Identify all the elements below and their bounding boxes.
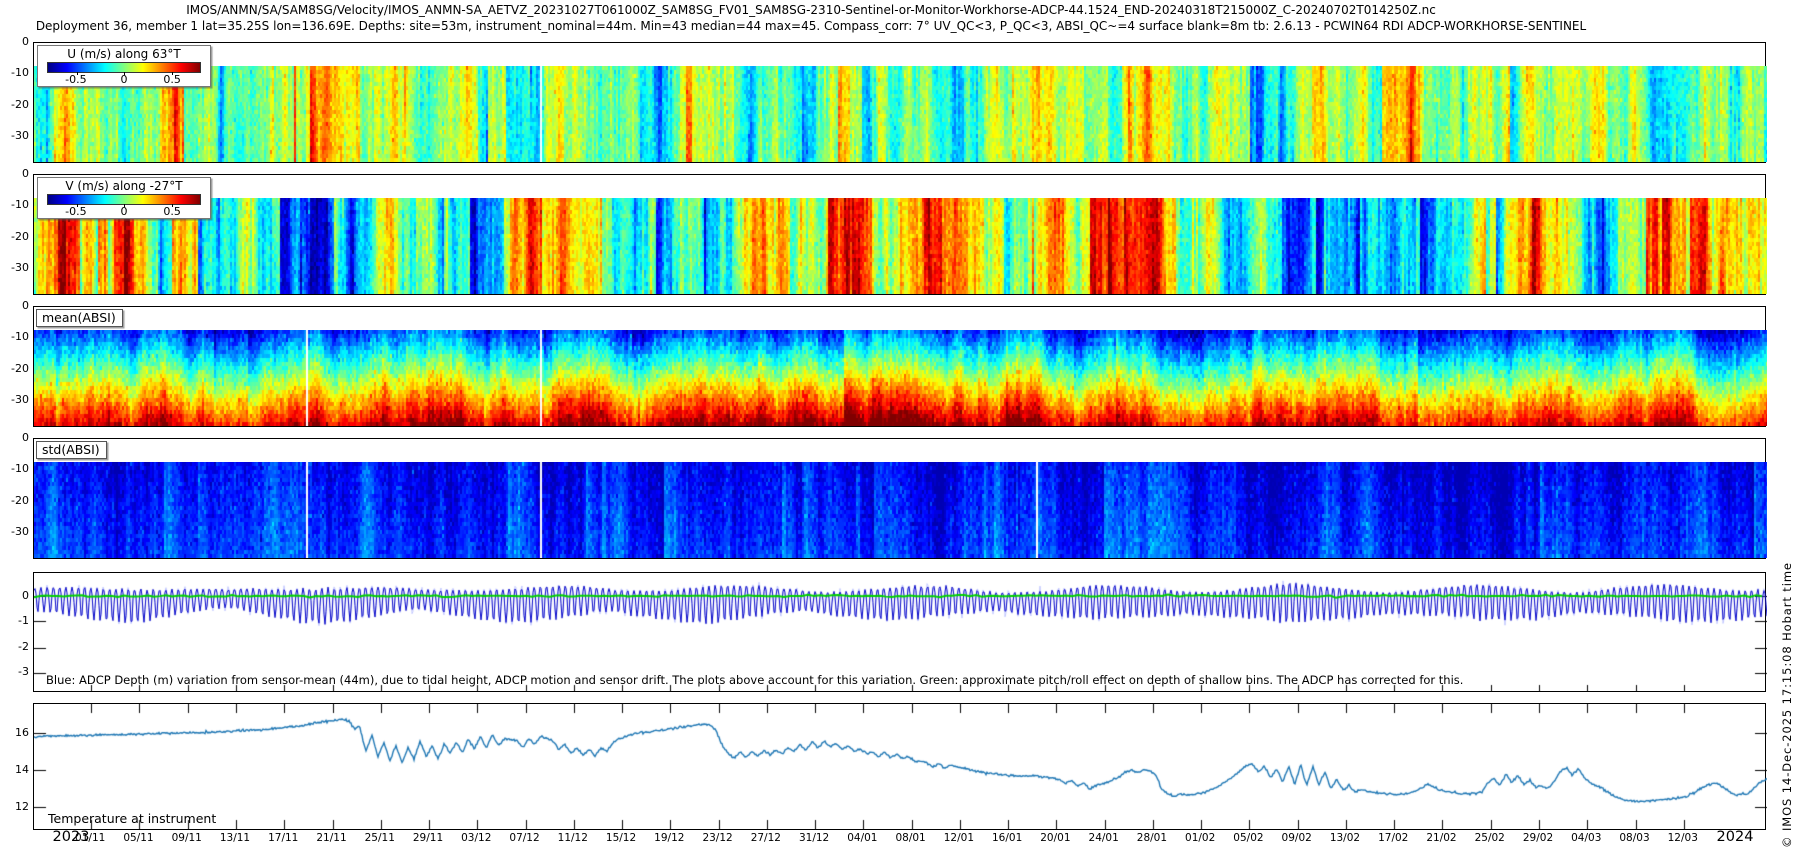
x-axis-year-end: 2024 [1709, 829, 1761, 845]
mean_absi-y-tick-label: -30 [0, 393, 29, 406]
u-y-tick-label: -20 [0, 98, 29, 111]
u-colorbar-gradient [47, 62, 201, 73]
mean-absi-heatmap [34, 330, 1767, 426]
x-tick-label: 05/11 [115, 832, 161, 844]
u-legend: U (m/s) along 63°T -0.5 0 0.5 [37, 45, 211, 87]
v-colorbar-tick-label: -0.5 [65, 205, 86, 218]
x-tick-label: 31/12 [791, 832, 837, 844]
depth-y-tick-label: -1 [0, 614, 29, 627]
x-tick-label: 12/03 [1660, 832, 1706, 844]
x-tick-label: 13/02 [1322, 832, 1368, 844]
x-tick-label: 27/12 [743, 832, 789, 844]
figure-title-deployment-info: Deployment 36, member 1 lat=35.25S lon=1… [0, 19, 1622, 33]
v-legend-title: V (m/s) along -27°T [38, 178, 210, 193]
mean-absi-label: mean(ABSI) [36, 309, 123, 327]
depth-y-tick-label: -2 [0, 640, 29, 653]
std-absi-label: std(ABSI) [36, 441, 107, 459]
x-tick-label: 03/12 [453, 832, 499, 844]
x-tick-label: 23/12 [695, 832, 741, 844]
panel-temperature: Temperature at instrument [33, 703, 1766, 830]
v-colorbar-gradient [47, 194, 201, 205]
x-tick-label: 28/01 [1129, 832, 1175, 844]
u-legend-title: U (m/s) along 63°T [38, 46, 210, 61]
x-tick-label: 15/12 [598, 832, 644, 844]
x-tick-label: 04/01 [839, 832, 885, 844]
u-colorbar-tick-label: 0.5 [163, 73, 181, 86]
panel-depth-variation: Blue: ADCP Depth (m) variation from sens… [33, 572, 1766, 692]
x-tick-label: 08/01 [888, 832, 934, 844]
temp-y-tick-label: 14 [0, 763, 29, 776]
mean_absi-y-tick-label: -10 [0, 330, 29, 343]
std_absi-y-tick-label: -20 [0, 494, 29, 507]
x-tick-label: 09/11 [164, 832, 210, 844]
depth-y-tick-label: 0 [0, 589, 29, 602]
v-y-tick-label: -30 [0, 261, 29, 274]
x-tick-label: 04/03 [1563, 832, 1609, 844]
std-absi-heatmap [34, 462, 1767, 558]
u-colorbar-tick-label: 0 [121, 73, 128, 86]
imos-copyright-watermark: © IMOS 14-Dec-2025 17:15:08 Hobart time [1780, 562, 1794, 848]
depth-y-tick-label: -3 [0, 665, 29, 678]
v-colorbar-tick-label: 0 [121, 205, 128, 218]
x-tick-label: 29/11 [405, 832, 451, 844]
x-tick-label: 12/01 [936, 832, 982, 844]
x-tick-label: 16/01 [984, 832, 1030, 844]
temp-y-tick-label: 16 [0, 726, 29, 739]
v-colorbar-tick-labels: -0.5 0 0.5 [47, 205, 201, 218]
temperature-lineplot [34, 704, 1767, 829]
panel-u-velocity: U (m/s) along 63°T -0.5 0 0.5 [33, 42, 1766, 163]
depth-variation-caption: Blue: ADCP Depth (m) variation from sens… [46, 673, 1463, 687]
panel-v-velocity: V (m/s) along -27°T -0.5 0 0.5 [33, 174, 1766, 295]
v-legend: V (m/s) along -27°T -0.5 0 0.5 [37, 177, 211, 219]
mean_absi-y-tick-label: -20 [0, 362, 29, 375]
x-tick-label: 21/11 [309, 832, 355, 844]
u-y-tick-label: -30 [0, 129, 29, 142]
v-velocity-heatmap [34, 198, 1767, 294]
x-tick-label: 09/02 [1274, 832, 1320, 844]
x-tick-label: 19/12 [646, 832, 692, 844]
panel-std-absi: std(ABSI) [33, 438, 1766, 559]
x-tick-label: 13/11 [212, 832, 258, 844]
x-tick-label: 01/11 [67, 832, 113, 844]
x-tick-label: 05/02 [1225, 832, 1271, 844]
x-tick-label: 17/02 [1370, 832, 1416, 844]
panel-mean-absi: mean(ABSI) [33, 306, 1766, 427]
x-tick-label: 17/11 [260, 832, 306, 844]
u-colorbar-tick-labels: -0.5 0 0.5 [47, 73, 201, 86]
x-tick-label: 21/02 [1418, 832, 1464, 844]
u-colorbar-tick-label: -0.5 [65, 73, 86, 86]
u-y-tick-label: 0 [0, 35, 29, 48]
x-tick-label: 25/11 [357, 832, 403, 844]
v-y-tick-label: 0 [0, 167, 29, 180]
x-tick-label: 11/12 [550, 832, 596, 844]
x-tick-label: 08/03 [1612, 832, 1658, 844]
x-tick-label: 24/01 [1081, 832, 1127, 844]
std_absi-y-tick-label: -10 [0, 462, 29, 475]
u-y-tick-label: -10 [0, 66, 29, 79]
temperature-label: Temperature at instrument [48, 811, 216, 826]
x-tick-label: 01/02 [1177, 832, 1223, 844]
u-velocity-heatmap [34, 66, 1767, 162]
v-y-tick-label: -10 [0, 198, 29, 211]
x-tick-label: 29/02 [1515, 832, 1561, 844]
v-colorbar-tick-label: 0.5 [163, 205, 181, 218]
std_absi-y-tick-label: -30 [0, 525, 29, 538]
x-tick-label: 20/01 [1032, 832, 1078, 844]
v-y-tick-label: -20 [0, 230, 29, 243]
mean_absi-y-tick-label: 0 [0, 299, 29, 312]
std_absi-y-tick-label: 0 [0, 431, 29, 444]
figure-title-filename: IMOS/ANMN/SA/SAM8SG/Velocity/IMOS_ANMN-S… [0, 3, 1622, 17]
temp-y-tick-label: 12 [0, 800, 29, 813]
adcp-figure: IMOS/ANMN/SA/SAM8SG/Velocity/IMOS_ANMN-S… [0, 0, 1800, 850]
x-tick-label: 25/02 [1467, 832, 1513, 844]
x-tick-label: 07/12 [502, 832, 548, 844]
